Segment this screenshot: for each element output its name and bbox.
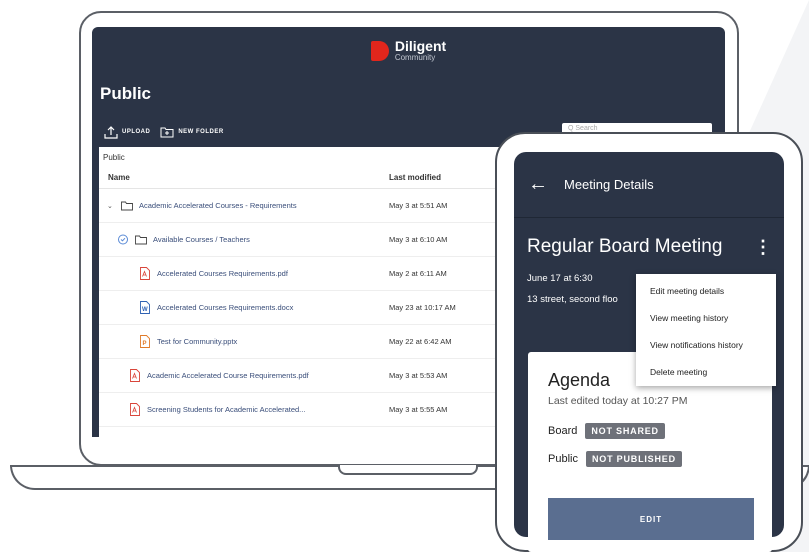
file-modified: May 3 at 6:10 AM: [389, 235, 448, 244]
breadcrumb[interactable]: Public: [99, 147, 509, 167]
file-name: Test for Community.pptx: [157, 337, 238, 346]
file-modified: May 22 at 6:42 AM: [389, 337, 452, 346]
table-row[interactable]: Screening Students for Academic Accelera…: [99, 393, 509, 427]
chevron-down-icon[interactable]: ⌄: [107, 202, 115, 210]
agenda-subtitle: Last edited today at 10:27 PM: [548, 395, 688, 407]
table-row[interactable]: Academic Accelerated Course Requirements…: [99, 359, 509, 393]
file-name: Available Courses / Teachers: [153, 235, 250, 244]
diligent-logo-icon: [370, 40, 389, 61]
file-modified: May 3 at 5:51 AM: [389, 201, 448, 210]
table-row[interactable]: W Accelerated Courses Requirements.docx …: [99, 291, 509, 325]
laptop-notch: [338, 465, 478, 475]
column-name-header[interactable]: Name: [99, 173, 389, 182]
checkbox-circle-icon[interactable]: [117, 233, 129, 246]
svg-text:W: W: [142, 307, 148, 313]
file-name: Accelerated Courses Requirements.pdf: [157, 269, 288, 278]
brand-sub: Community: [394, 53, 436, 62]
file-name: Accelerated Courses Requirements.docx: [157, 303, 294, 312]
svg-text:P: P: [143, 341, 147, 347]
folder-icon: [135, 233, 147, 246]
new-folder-button[interactable]: NEW FOLDER: [160, 125, 223, 139]
edit-button[interactable]: EDIT: [548, 498, 754, 540]
upload-label: UPLOAD: [122, 129, 151, 135]
file-modified: May 23 at 10:17 AM: [389, 303, 456, 312]
public-label: Public: [548, 453, 578, 465]
status-badge: NOT PUBLISHED: [585, 451, 682, 467]
table-header: Name Last modified: [99, 167, 509, 189]
upload-icon: [104, 126, 118, 139]
board-label: Board: [548, 425, 578, 437]
pptx-icon: P: [139, 335, 151, 348]
file-panel: Public Name Last modified ⌄ Academic Acc…: [99, 147, 509, 437]
table-row[interactable]: P Test for Community.pptx May 22 at 6:42…: [99, 325, 509, 359]
upload-button[interactable]: UPLOAD: [104, 125, 150, 139]
pdf-icon: [139, 267, 151, 280]
file-modified: May 3 at 5:53 AM: [389, 371, 448, 380]
phone-top-bar: ← Meeting Details: [514, 152, 784, 218]
column-modified-header[interactable]: Last modified: [389, 173, 499, 182]
file-name: Academic Accelerated Courses - Requireme…: [139, 201, 297, 210]
table-row[interactable]: ⌄ Academic Accelerated Courses - Require…: [99, 189, 509, 223]
back-arrow-icon[interactable]: ←: [528, 173, 548, 196]
pdf-icon: [129, 403, 141, 416]
phone-header-title: Meeting Details: [564, 177, 654, 192]
word-icon: W: [139, 301, 151, 314]
file-modified: May 2 at 6:11 AM: [389, 269, 447, 278]
menu-item-view-history[interactable]: View meeting history: [636, 304, 776, 331]
page-title: Public: [100, 84, 152, 103]
file-modified: May 3 at 5:55 AM: [389, 405, 448, 414]
file-name: Academic Accelerated Course Requirements…: [147, 371, 309, 380]
new-folder-label: NEW FOLDER: [178, 129, 224, 135]
table-row[interactable]: Available Courses / Teachers May 3 at 6:…: [99, 223, 509, 257]
public-status-row: Public NOT PUBLISHED: [528, 445, 772, 473]
brand-name: Diligent: [394, 38, 447, 54]
new-folder-icon: [160, 127, 174, 138]
file-name: Screening Students for Academic Accelera…: [147, 405, 306, 414]
app-header: Diligent Community: [92, 27, 725, 74]
status-badge: NOT SHARED: [585, 423, 665, 439]
meeting-options-menu: Edit meeting details View meeting histor…: [636, 274, 776, 386]
menu-item-notifications-history[interactable]: View notifications history: [636, 331, 776, 358]
meeting-title-row: Regular Board Meeting ⋮: [514, 218, 784, 258]
table-row[interactable]: Accelerated Courses Requirements.pdf May…: [99, 257, 509, 291]
meeting-title: Regular Board Meeting: [527, 236, 723, 257]
more-options-icon[interactable]: ⋮: [754, 237, 772, 258]
brand-logo: Diligent Community: [395, 39, 446, 62]
menu-item-edit-details[interactable]: Edit meeting details: [636, 277, 776, 304]
folder-icon: [121, 199, 133, 212]
pdf-icon: [129, 369, 141, 382]
menu-item-delete-meeting[interactable]: Delete meeting: [636, 358, 776, 385]
board-status-row: Board NOT SHARED: [528, 417, 772, 445]
